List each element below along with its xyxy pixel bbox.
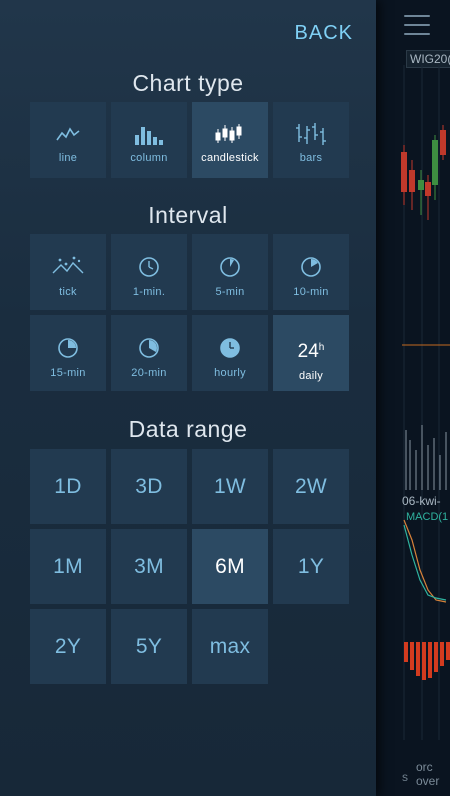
range-1d[interactable]: 1D <box>30 449 106 524</box>
interval-1-min[interactable]: 1-min. <box>111 234 187 310</box>
range-label: 5Y <box>135 635 163 658</box>
clock-10min-icon <box>301 257 321 277</box>
interval-title: Interval <box>148 202 228 228</box>
range-label: 3M <box>134 555 164 578</box>
chart-type-title: Chart type <box>132 70 244 96</box>
range-1y[interactable]: 1Y <box>273 529 349 604</box>
chart-type-label: column <box>130 152 168 164</box>
background-chart-view: WIG20(06-kwi- MACD(1 s orc over <box>376 0 450 796</box>
range-1w[interactable]: 1W <box>192 449 268 524</box>
clock-20min-icon <box>139 338 159 358</box>
chart-type-bars[interactable]: bars <box>273 102 349 178</box>
interval-label: 5-min <box>215 286 245 298</box>
chart-background-lines <box>401 65 450 740</box>
interval-tick[interactable]: tick <box>30 234 106 310</box>
clock-15min-icon <box>58 338 78 358</box>
clock-hourly-icon <box>220 338 240 358</box>
interval-label: 10-min <box>293 286 329 298</box>
chart-type-line[interactable]: line <box>30 102 106 178</box>
range-max[interactable]: max <box>192 609 268 684</box>
clock-5min-icon <box>220 257 240 277</box>
interval-label: 20-min <box>131 367 167 379</box>
chart-type-label: line <box>58 152 78 164</box>
bottom-tab-prefix: s <box>402 770 408 784</box>
range-label: 2Y <box>54 635 82 658</box>
range-3m[interactable]: 3M <box>111 529 187 604</box>
range-label: 1Y <box>297 555 325 578</box>
interval-label: tick <box>59 286 77 298</box>
range-3d[interactable]: 3D <box>111 449 187 524</box>
interval-15-min[interactable]: 15-min <box>30 315 106 391</box>
range-label: 1D <box>54 475 82 498</box>
range-1m[interactable]: 1M <box>30 529 106 604</box>
interval-label: hourly <box>214 367 246 379</box>
range-label: 3D <box>135 475 163 498</box>
chart-type-column[interactable]: column <box>111 102 187 178</box>
interval-label: 1-min. <box>132 286 166 298</box>
interval-label: daily <box>298 370 324 382</box>
data-range-title: Data range <box>128 416 248 442</box>
interval-label: 15-min <box>50 367 86 379</box>
chart-type-candlestick[interactable]: candlestick <box>192 102 268 178</box>
interval-daily[interactable]: 24h daily <box>273 315 349 391</box>
range-label: 1W <box>213 475 247 498</box>
interval-hourly[interactable]: hourly <box>192 315 268 391</box>
range-label: 6M <box>215 555 245 578</box>
interval-5-min[interactable]: 5-min <box>192 234 268 310</box>
daily-24h-icon: 24h <box>297 341 325 362</box>
bars-chart-icon <box>296 123 326 145</box>
bottom-tab-line2: over <box>416 774 440 788</box>
bottom-tab[interactable]: orc over <box>416 760 439 788</box>
clock-1min-icon <box>139 257 159 277</box>
range-2w[interactable]: 2W <box>273 449 349 524</box>
macd-label: MACD(1 <box>406 511 449 523</box>
chart-settings-drawer: BACK Chart type line column candlestick … <box>0 0 376 796</box>
range-6m[interactable]: 6M <box>192 529 268 604</box>
column-chart-icon <box>135 127 163 145</box>
line-chart-icon <box>56 127 80 141</box>
macd-histogram <box>404 642 450 680</box>
back-button[interactable]: BACK <box>295 22 353 45</box>
range-label: 1M <box>53 555 83 578</box>
volume-bars <box>405 425 447 490</box>
date-separator-label: 06-kwi- <box>402 494 441 508</box>
chart-type-label: bars <box>299 152 323 164</box>
range-label: max <box>209 635 251 658</box>
interval-10-min[interactable]: 10-min <box>273 234 349 310</box>
range-5y[interactable]: 5Y <box>111 609 187 684</box>
chart-type-label: candlestick <box>201 152 259 164</box>
range-2y[interactable]: 2Y <box>30 609 106 684</box>
candlestick-chart-icon <box>215 124 242 143</box>
interval-20-min[interactable]: 20-min <box>111 315 187 391</box>
range-label: 2W <box>294 475 328 498</box>
bottom-tab-line1: orc <box>416 760 433 774</box>
tick-icon <box>52 256 84 274</box>
